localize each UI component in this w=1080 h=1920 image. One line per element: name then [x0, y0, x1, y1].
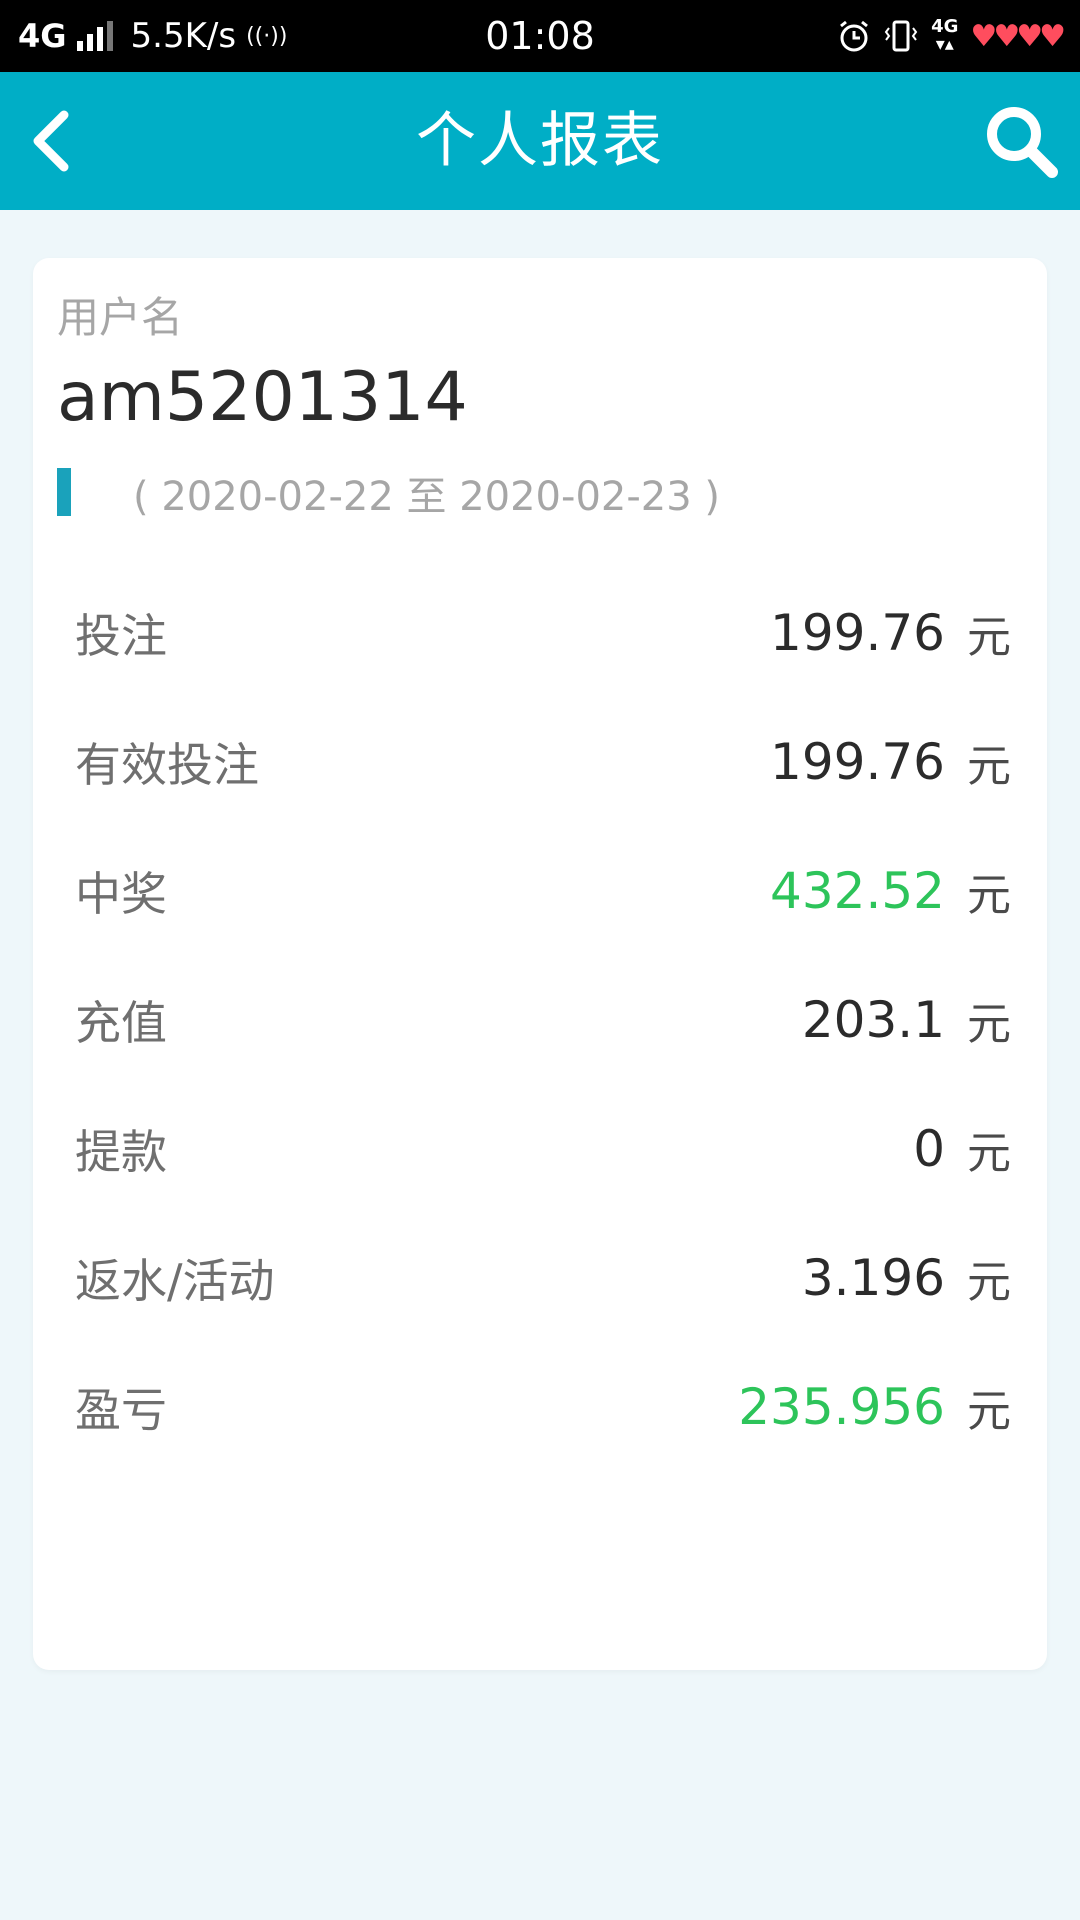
stat-label: 提款 [75, 1124, 167, 1179]
stat-row-profit-loss: 盈亏 235.956 元 [33, 1342, 1047, 1471]
stat-row-valid-bet: 有效投注 199.76 元 [33, 697, 1047, 826]
stat-value: 199.76 [770, 603, 945, 662]
status-bar: 4G 5.5K/s ((·)) 01:08 4G ▾▴ ♥♥♥♥ [0, 0, 1080, 72]
vibrate-icon [884, 20, 918, 52]
stat-value: 3.196 [801, 1248, 945, 1307]
page-title: 个人报表 [416, 106, 664, 176]
stat-row-withdraw: 提款 0 元 [33, 1084, 1047, 1213]
stat-unit: 元 [967, 740, 1011, 792]
report-card: 用户名 am5201314 ( 2020-02-22 至 2020-02-23 … [33, 258, 1047, 1670]
stat-unit: 元 [967, 1256, 1011, 1308]
stat-unit: 元 [967, 1385, 1011, 1437]
stat-value: 0 [913, 1119, 945, 1178]
stat-value: 235.956 [738, 1377, 945, 1436]
battery-icon: ♥♥♥♥ [970, 18, 1066, 54]
stat-value: 199.76 [770, 732, 945, 791]
date-marker [57, 468, 71, 516]
stat-unit: 元 [967, 1127, 1011, 1179]
stat-value: 203.1 [801, 990, 945, 1049]
stat-unit: 元 [967, 998, 1011, 1050]
stats-list: 投注 199.76 元 有效投注 199.76 元 中奖 432.52 元 充值… [33, 568, 1047, 1471]
search-button[interactable] [980, 100, 1062, 182]
stat-value: 432.52 [770, 861, 945, 920]
stat-label: 返水/活动 [75, 1253, 275, 1308]
stat-row-deposit: 充值 203.1 元 [33, 955, 1047, 1084]
status-right: 4G ▾▴ ♥♥♥♥ [837, 0, 1066, 72]
stat-row-rebate: 返水/活动 3.196 元 [33, 1213, 1047, 1342]
username-value: am5201314 [57, 358, 468, 437]
app-header: 个人报表 [0, 72, 1080, 210]
stat-unit: 元 [967, 869, 1011, 921]
network-small: 4G ▾▴ [931, 16, 959, 55]
stat-row-bet: 投注 199.76 元 [33, 568, 1047, 697]
date-range: ( 2020-02-22 至 2020-02-23 ) [133, 474, 720, 520]
alarm-icon [840, 20, 869, 52]
stat-label: 中奖 [75, 866, 167, 921]
stat-label: 盈亏 [75, 1382, 167, 1437]
stat-label: 有效投注 [75, 737, 259, 792]
stat-label: 投注 [75, 608, 167, 663]
search-icon [987, 107, 1058, 178]
stat-unit: 元 [967, 611, 1011, 663]
stat-label: 充值 [75, 995, 167, 1050]
stat-row-winnings: 中奖 432.52 元 [33, 826, 1047, 955]
username-label: 用户名 [57, 293, 184, 342]
